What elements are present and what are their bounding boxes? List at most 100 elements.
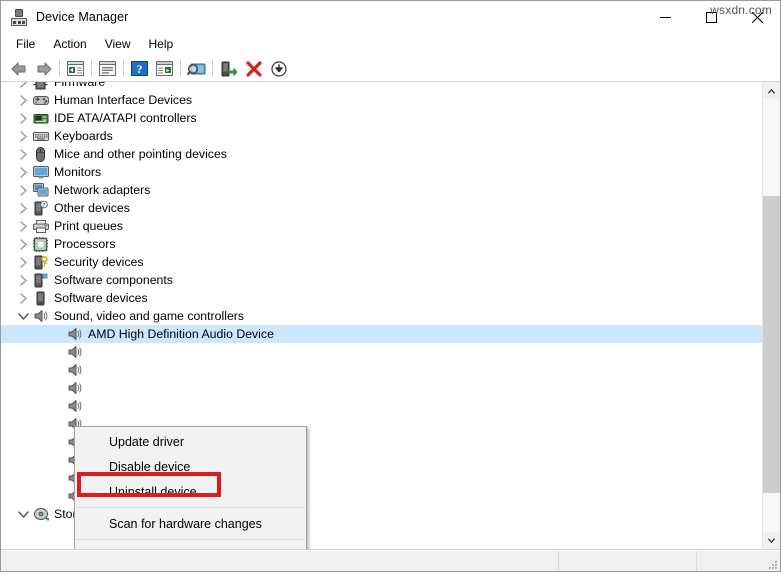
toolbar-separator [123, 60, 124, 77]
network-icon [31, 181, 50, 199]
chevron-right-icon[interactable] [15, 199, 31, 217]
tree-item[interactable] [1, 379, 762, 397]
menu-action[interactable]: Action [44, 34, 95, 55]
tree-item-label [84, 352, 88, 353]
toolbar-separator [212, 60, 213, 77]
menu-file[interactable]: File [7, 34, 44, 55]
storage-icon [31, 505, 50, 523]
scrollbar-track[interactable] [763, 99, 780, 532]
context-menu: Update driver Disable device Uninstall d… [74, 426, 307, 549]
tree-item[interactable]: ? Other devices [1, 199, 762, 217]
toolbar: ? [1, 56, 780, 82]
speaker-icon [65, 379, 84, 397]
tree-item[interactable]: Monitors [1, 163, 762, 181]
software-device-icon [31, 289, 50, 307]
svg-text:?: ? [43, 202, 46, 208]
tree-item[interactable]: Software components [1, 271, 762, 289]
disable-device-icon[interactable] [266, 57, 291, 80]
context-menu-item-update-driver[interactable]: Update driver [75, 429, 306, 454]
speaker-icon [65, 343, 84, 361]
tree-item-label: Security devices [54, 254, 144, 269]
vertical-scrollbar[interactable] [762, 82, 780, 549]
scroll-up-arrow-icon[interactable] [763, 82, 780, 99]
tree-item-label: Firmware [50, 82, 105, 90]
chevron-right-icon[interactable] [15, 217, 31, 235]
scan-for-hardware-changes-icon[interactable] [184, 57, 209, 80]
chevron-right-icon[interactable] [15, 145, 31, 163]
minimize-button[interactable] [642, 1, 688, 33]
tree-item[interactable]: Mice and other pointing devices [1, 145, 762, 163]
tree-item[interactable]: Keyboards [1, 127, 762, 145]
tree-item[interactable]: Human Interface Devices [1, 91, 762, 109]
context-menu-item-properties[interactable]: Properties [75, 543, 306, 550]
processor-icon [31, 235, 50, 253]
tree-item-label: Software devices [54, 290, 148, 305]
properties-icon[interactable] [95, 57, 120, 80]
software-component-icon [31, 271, 50, 289]
keyboard-icon [31, 127, 50, 145]
scroll-down-arrow-icon[interactable] [763, 532, 780, 549]
help-icon[interactable]: ? [127, 57, 152, 80]
tree-item[interactable]: Network adapters [1, 181, 762, 199]
chevron-right-icon[interactable] [15, 82, 31, 91]
update-driver-icon[interactable] [152, 57, 177, 80]
resize-grip-icon[interactable] [765, 557, 779, 571]
tree-item[interactable]: Print queues [1, 217, 762, 235]
uninstall-device-icon[interactable] [241, 57, 266, 80]
chevron-right-icon[interactable] [15, 271, 31, 289]
tree-item[interactable]: IDE ATA/ATAPI controllers [1, 109, 762, 127]
enable-device-icon[interactable] [216, 57, 241, 80]
tree-item-label [84, 424, 88, 425]
chevron-right-icon[interactable] [15, 181, 31, 199]
chevron-right-icon[interactable] [15, 289, 31, 307]
show-hide-console-tree-icon[interactable] [63, 57, 88, 80]
tree-item[interactable]: AMD High Definition Audio Device [1, 325, 762, 343]
chevron-right-icon[interactable] [15, 163, 31, 181]
chevron-right-icon[interactable] [15, 235, 31, 253]
security-device-icon [31, 253, 50, 271]
menu-view[interactable]: View [96, 34, 140, 55]
speaker-icon [65, 325, 84, 343]
tree-item[interactable] [1, 397, 762, 415]
tree-item[interactable]: Software devices [1, 289, 762, 307]
speaker-icon [65, 361, 84, 379]
tree-item-label: Other devices [54, 200, 130, 215]
context-menu-item-scan-for-hardware-changes[interactable]: Scan for hardware changes [75, 511, 306, 536]
tree-item[interactable]: Security devices [1, 253, 762, 271]
tree-item[interactable]: Firmware [1, 82, 762, 91]
scrollbar-thumb[interactable] [763, 196, 780, 493]
context-menu-item-uninstall-device[interactable]: Uninstall device [75, 479, 306, 504]
tree-item[interactable] [1, 361, 762, 379]
chevron-down-icon[interactable] [15, 505, 31, 523]
tree-item[interactable]: Processors [1, 235, 762, 253]
tree-item-label: Network adapters [54, 182, 151, 197]
chevron-down-icon[interactable] [15, 307, 31, 325]
tree-item-label: Software components [54, 272, 173, 287]
chevron-right-icon[interactable] [15, 109, 31, 127]
tree-item[interactable] [1, 343, 762, 361]
tree-item-label: AMD High Definition Audio Device [84, 326, 274, 342]
chevron-right-icon[interactable] [15, 127, 31, 145]
context-menu-item-disable-device[interactable]: Disable device [75, 454, 306, 479]
window-title: Device Manager [36, 10, 129, 24]
device-tree[interactable]: Firmware Human Interface Devices IDE ATA/A… [1, 82, 762, 549]
svg-text:?: ? [137, 62, 143, 76]
back-icon[interactable] [6, 57, 31, 80]
menu-help[interactable]: Help [140, 34, 183, 55]
chevron-right-icon[interactable] [15, 91, 31, 109]
tree-item[interactable]: Sound, video and game controllers [1, 307, 762, 325]
content-area: Firmware Human Interface Devices IDE ATA/A… [1, 82, 780, 550]
speaker-icon [65, 397, 84, 415]
mouse-icon [31, 145, 50, 163]
toolbar-separator [91, 60, 92, 77]
forward-icon[interactable] [31, 57, 56, 80]
chevron-right-icon[interactable] [15, 253, 31, 271]
tree-item-label: Print queues [54, 218, 124, 233]
monitor-icon [31, 163, 50, 181]
tree-item-label: Human Interface Devices [54, 92, 193, 107]
